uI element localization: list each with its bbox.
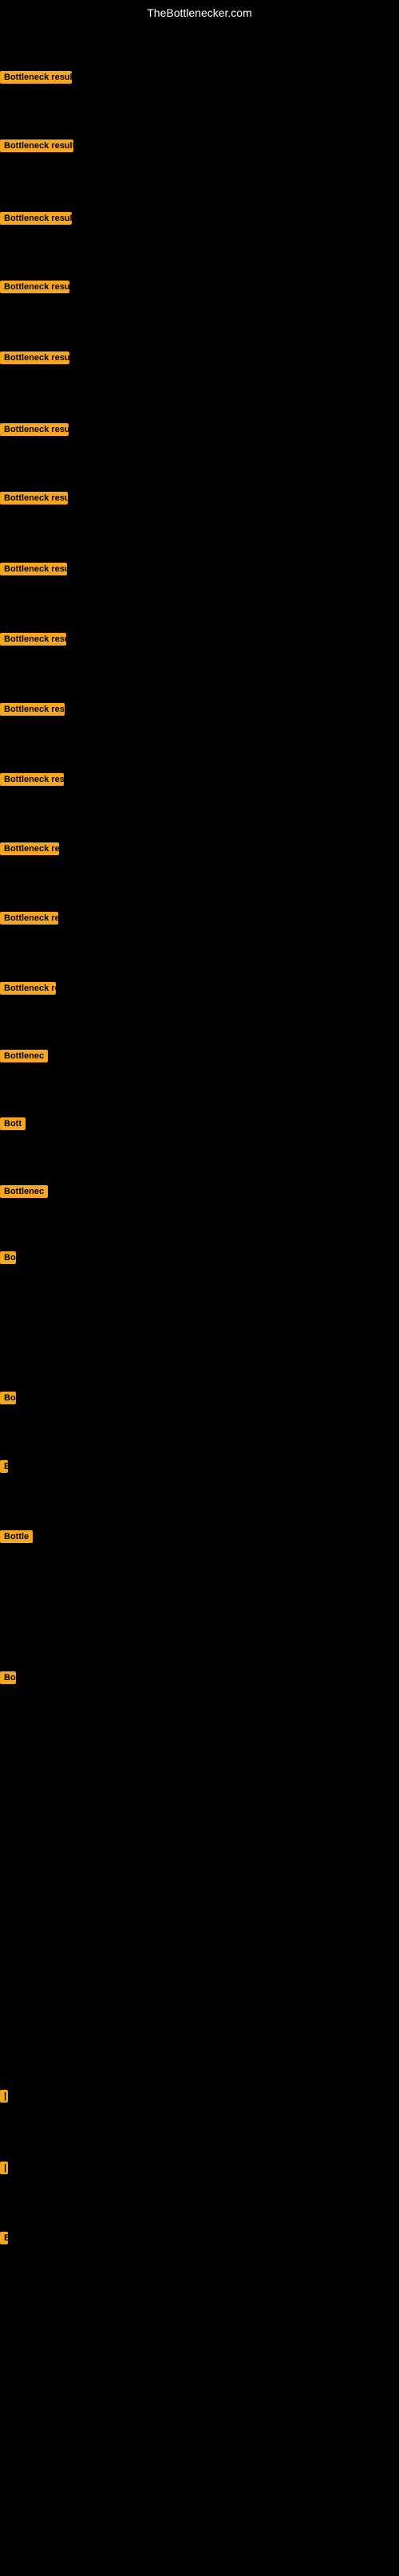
site-title: TheBottlenecker.com <box>0 0 399 26</box>
bottleneck-result-row-4: Bottleneck result <box>0 281 69 297</box>
bottleneck-result-row-14: Bottleneck re <box>0 982 56 999</box>
bottleneck-badge-5[interactable]: Bottleneck result <box>0 351 69 364</box>
bottleneck-result-row-24: Bo <box>0 1671 16 1688</box>
bottleneck-badge-20[interactable]: Bo <box>0 1392 16 1404</box>
bottleneck-result-row-21: B <box>0 1460 8 1477</box>
bottleneck-badge-7[interactable]: Bottleneck result <box>0 492 68 505</box>
bottleneck-badge-16[interactable]: Bott <box>0 1117 26 1130</box>
bottleneck-badge-12[interactable]: Bottleneck res <box>0 842 59 855</box>
bottleneck-result-row-8: Bottleneck result <box>0 563 67 579</box>
bottleneck-badge-22[interactable]: Bottle <box>0 1530 33 1543</box>
bottleneck-result-row-17: Bottlenec <box>0 1185 48 1202</box>
bottleneck-badge-6[interactable]: Bottleneck result <box>0 423 69 436</box>
bottleneck-result-row-16: Bott <box>0 1117 26 1134</box>
bottleneck-result-row-13: Bottleneck res <box>0 912 58 929</box>
bottleneck-badge-9[interactable]: Bottleneck result <box>0 633 66 646</box>
bottleneck-badge-18[interactable]: Bo <box>0 1251 16 1264</box>
bottleneck-badge-2[interactable]: Bottleneck result <box>0 139 73 152</box>
bottleneck-badge-8[interactable]: Bottleneck result <box>0 563 67 575</box>
bottleneck-result-row-10: Bottleneck result <box>0 703 65 720</box>
bottleneck-result-row-9: Bottleneck result <box>0 633 66 650</box>
bottleneck-result-row-27: E <box>0 2232 8 2248</box>
bottleneck-result-row-11: Bottleneck result <box>0 773 64 790</box>
bottleneck-result-row-18: Bo <box>0 1251 16 1268</box>
bottleneck-badge-21[interactable]: B <box>0 1460 8 1473</box>
bottleneck-badge-17[interactable]: Bottlenec <box>0 1185 48 1198</box>
bottleneck-badge-10[interactable]: Bottleneck result <box>0 703 65 716</box>
bottleneck-result-row-12: Bottleneck res <box>0 842 59 859</box>
bottleneck-result-row-26: | <box>0 2162 8 2178</box>
bottleneck-result-row-2: Bottleneck result <box>0 139 73 156</box>
bottleneck-badge-11[interactable]: Bottleneck result <box>0 773 64 786</box>
bottleneck-result-row-5: Bottleneck result <box>0 351 69 368</box>
bottleneck-result-row-3: Bottleneck result <box>0 212 72 229</box>
bottleneck-badge-13[interactable]: Bottleneck res <box>0 912 58 925</box>
bottleneck-badge-27[interactable]: E <box>0 2232 8 2244</box>
bottleneck-result-row-20: Bo <box>0 1392 16 1408</box>
bottleneck-result-row-7: Bottleneck result <box>0 492 68 509</box>
bottleneck-badge-14[interactable]: Bottleneck re <box>0 982 56 995</box>
bottleneck-badge-25[interactable]: | <box>0 2090 8 2103</box>
bottleneck-badge-26[interactable]: | <box>0 2162 8 2174</box>
bottleneck-result-row-15: Bottlenec <box>0 1050 48 1066</box>
bottleneck-badge-24[interactable]: Bo <box>0 1671 16 1684</box>
bottleneck-badge-3[interactable]: Bottleneck result <box>0 212 72 225</box>
bottleneck-badge-15[interactable]: Bottlenec <box>0 1050 48 1062</box>
bottleneck-badge-4[interactable]: Bottleneck result <box>0 281 69 293</box>
bottleneck-result-row-1: Bottleneck result <box>0 71 72 88</box>
bottleneck-result-row-22: Bottle <box>0 1530 33 1547</box>
bottleneck-result-row-6: Bottleneck result <box>0 423 69 440</box>
bottleneck-result-row-25: | <box>0 2090 8 2107</box>
bottleneck-badge-1[interactable]: Bottleneck result <box>0 71 72 84</box>
